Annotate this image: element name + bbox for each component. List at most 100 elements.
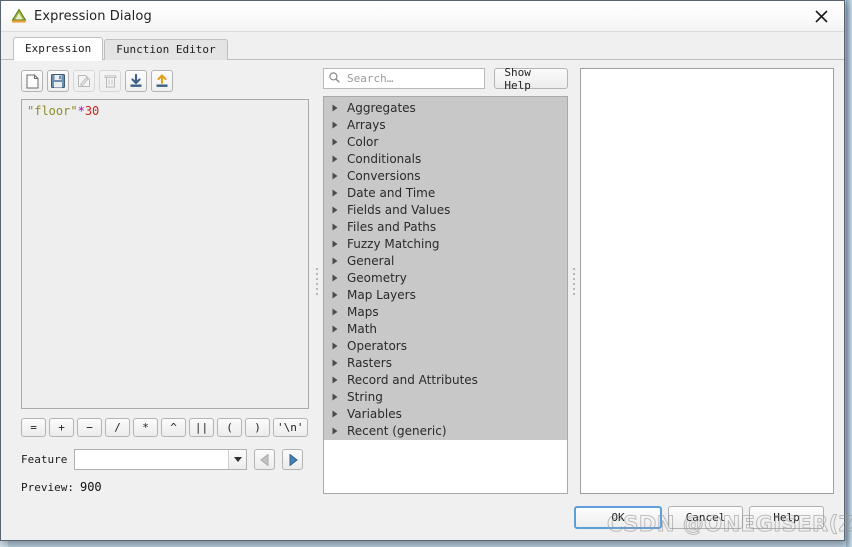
- splitter-left[interactable]: [311, 68, 323, 494]
- import-expression-button[interactable]: [125, 70, 147, 92]
- function-group-label: Math: [347, 321, 378, 336]
- ok-button[interactable]: OK: [574, 505, 662, 529]
- chevron-right-icon[interactable]: [332, 291, 344, 299]
- chevron-right-icon[interactable]: [332, 342, 344, 350]
- function-group-label: Fuzzy Matching: [347, 236, 440, 251]
- tab-function-editor[interactable]: Function Editor: [104, 39, 228, 60]
- chevron-right-icon[interactable]: [332, 359, 344, 367]
- show-help-button[interactable]: Show Help: [494, 66, 568, 92]
- function-tree[interactable]: Aggregates Arrays Color Conditionals Convers…: [323, 96, 568, 494]
- function-group-item[interactable]: Date and Time: [324, 184, 567, 201]
- function-group-item[interactable]: Recent (generic): [324, 422, 567, 439]
- function-group-item[interactable]: String: [324, 388, 567, 405]
- expression-token-number: 30: [84, 104, 100, 119]
- function-group-label: Recent (generic): [347, 423, 447, 438]
- search-input[interactable]: [345, 71, 480, 86]
- function-group-item[interactable]: Files and Paths: [324, 218, 567, 235]
- close-icon[interactable]: [798, 1, 844, 32]
- save-expression-button[interactable]: [47, 70, 69, 92]
- function-group-item[interactable]: Record and Attributes: [324, 371, 567, 388]
- function-group-item[interactable]: Map Layers: [324, 286, 567, 303]
- operator-button-row: = + − / * ^ || ( ) '\n': [21, 418, 311, 437]
- operator-button-equals[interactable]: =: [21, 418, 46, 437]
- chevron-right-icon[interactable]: [332, 257, 344, 265]
- function-group-item[interactable]: Maps: [324, 303, 567, 320]
- tab-expression[interactable]: Expression: [13, 37, 104, 61]
- operator-button-concat[interactable]: ||: [189, 418, 214, 437]
- expression-pane: "floor"*30 = + − / * ^ || ( ) '\n' Featu…: [11, 68, 311, 494]
- splitter-handle-dots: [316, 267, 318, 295]
- chevron-right-icon[interactable]: [332, 393, 344, 401]
- function-group-label: Variables: [347, 406, 402, 421]
- chevron-right-icon[interactable]: [332, 155, 344, 163]
- feature-row: Feature: [21, 449, 311, 470]
- operator-button-power[interactable]: ^: [161, 418, 186, 437]
- preview-label: Preview:: [21, 481, 74, 494]
- operator-button-divide[interactable]: /: [105, 418, 130, 437]
- chevron-right-icon[interactable]: [332, 206, 344, 214]
- operator-button-open-paren[interactable]: (: [217, 418, 242, 437]
- operator-button-multiply[interactable]: *: [133, 418, 158, 437]
- function-group-item[interactable]: Rasters: [324, 354, 567, 371]
- splitter-right[interactable]: [568, 68, 580, 494]
- chevron-right-icon[interactable]: [332, 104, 344, 112]
- chevron-right-icon[interactable]: [332, 223, 344, 231]
- function-group-item[interactable]: Math: [324, 320, 567, 337]
- search-box[interactable]: [323, 68, 486, 89]
- function-tree-list: Aggregates Arrays Color Conditionals Convers…: [324, 97, 567, 440]
- expression-token-field: "floor": [27, 104, 78, 119]
- map-right-edge: [846, 0, 852, 547]
- chevron-right-icon[interactable]: [332, 189, 344, 197]
- operator-button-minus[interactable]: −: [77, 418, 102, 437]
- function-group-item[interactable]: General: [324, 252, 567, 269]
- help-content-panel: [580, 68, 834, 494]
- function-group-label: Color: [347, 134, 379, 149]
- dialog-body: "floor"*30 = + − / * ^ || ( ) '\n' Featu…: [1, 59, 844, 540]
- new-expression-button[interactable]: [21, 70, 43, 92]
- function-group-item[interactable]: Fuzzy Matching: [324, 235, 567, 252]
- function-group-item[interactable]: Geometry: [324, 269, 567, 286]
- dialog-footer: OK Cancel Help: [11, 494, 834, 540]
- function-group-label: Files and Paths: [347, 219, 437, 234]
- preview-value: 900: [79, 480, 102, 494]
- qgis-logo-icon: [10, 8, 28, 24]
- chevron-right-icon[interactable]: [332, 427, 344, 435]
- chevron-right-icon[interactable]: [332, 121, 344, 129]
- function-group-item[interactable]: Conversions: [324, 167, 567, 184]
- function-group-item[interactable]: Aggregates: [324, 99, 567, 116]
- function-group-item[interactable]: Color: [324, 133, 567, 150]
- function-group-label: Conditionals: [347, 151, 422, 166]
- expression-dialog-window: Expression Dialog Expression Function Ed…: [0, 0, 845, 541]
- chevron-right-icon[interactable]: [332, 240, 344, 248]
- function-group-item[interactable]: Operators: [324, 337, 567, 354]
- function-group-label: Date and Time: [347, 185, 436, 200]
- chevron-right-icon[interactable]: [332, 274, 344, 282]
- feature-combobox[interactable]: [74, 449, 248, 470]
- chevron-down-icon: [228, 450, 247, 469]
- function-group-item[interactable]: Fields and Values: [324, 201, 567, 218]
- previous-feature-button[interactable]: [254, 449, 276, 470]
- operator-button-plus[interactable]: +: [49, 418, 74, 437]
- chevron-right-icon[interactable]: [332, 138, 344, 146]
- function-group-item[interactable]: Conditionals: [324, 150, 567, 167]
- function-browser-pane: Show Help Aggregates Arrays Color Condition…: [323, 66, 568, 494]
- export-expression-button[interactable]: [151, 70, 173, 92]
- expression-text-editor[interactable]: "floor"*30: [21, 99, 309, 409]
- next-feature-button[interactable]: [282, 449, 304, 470]
- chevron-right-icon[interactable]: [332, 376, 344, 384]
- operator-button-close-paren[interactable]: ): [245, 418, 270, 437]
- cancel-button[interactable]: Cancel: [668, 505, 743, 529]
- help-button[interactable]: Help: [749, 505, 824, 529]
- chevron-right-icon[interactable]: [332, 172, 344, 180]
- chevron-right-icon[interactable]: [332, 325, 344, 333]
- function-group-item[interactable]: Arrays: [324, 116, 567, 133]
- function-group-item[interactable]: Variables: [324, 405, 567, 422]
- help-pane: [580, 68, 834, 494]
- operator-button-newline[interactable]: '\n': [273, 418, 308, 437]
- expression-toolbar: [21, 70, 311, 93]
- search-icon: [329, 71, 340, 86]
- function-group-label: Maps: [347, 304, 379, 319]
- chevron-right-icon[interactable]: [332, 308, 344, 316]
- function-group-label: Record and Attributes: [347, 372, 478, 387]
- chevron-right-icon[interactable]: [332, 410, 344, 418]
